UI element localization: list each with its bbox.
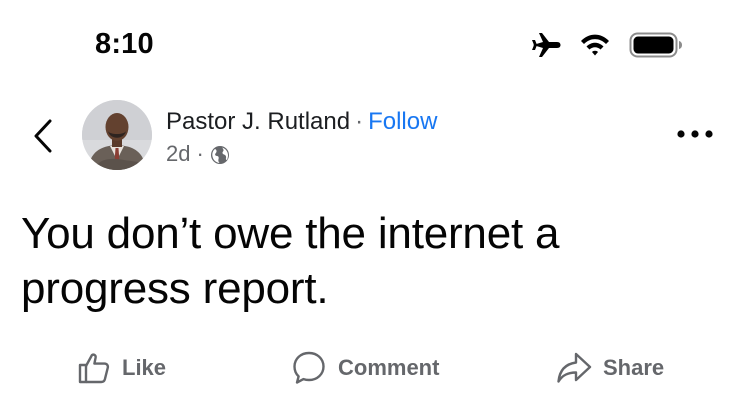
battery-icon xyxy=(629,32,683,58)
back-button[interactable] xyxy=(28,116,58,156)
globe-icon xyxy=(210,144,230,164)
share-arrow-icon xyxy=(557,352,592,383)
thumbs-up-icon xyxy=(78,353,110,384)
meta-separator: · xyxy=(196,141,204,166)
wifi-icon xyxy=(579,33,611,57)
airplane-icon xyxy=(531,31,561,59)
avatar-image xyxy=(82,100,152,170)
header-separator: · xyxy=(355,108,364,135)
comment-bubble-icon xyxy=(293,351,325,384)
comment-button[interactable]: Comment xyxy=(291,346,439,390)
status-bar-time: 8:10 xyxy=(95,28,154,60)
chevron-left-icon xyxy=(34,119,52,153)
share-label: Share xyxy=(603,355,665,380)
like-button[interactable]: Like xyxy=(77,346,166,390)
post-header: Pastor J. Rutland · Follow xyxy=(166,106,437,138)
share-button[interactable]: Share xyxy=(556,346,664,390)
like-label: Like xyxy=(122,355,167,380)
author-avatar[interactable] xyxy=(82,100,152,170)
post-text: You don’t owe the internet a progress re… xyxy=(21,209,560,313)
status-bar-icons xyxy=(531,28,683,62)
more-dots-icon xyxy=(677,130,713,138)
author-name[interactable]: Pastor J. Rutland xyxy=(166,108,350,135)
post-meta: 2d · xyxy=(166,140,230,168)
more-options-button[interactable] xyxy=(676,124,714,144)
post-timestamp[interactable]: 2d xyxy=(166,140,190,168)
follow-button[interactable]: Follow xyxy=(368,108,437,135)
comment-label: Comment xyxy=(338,355,440,380)
